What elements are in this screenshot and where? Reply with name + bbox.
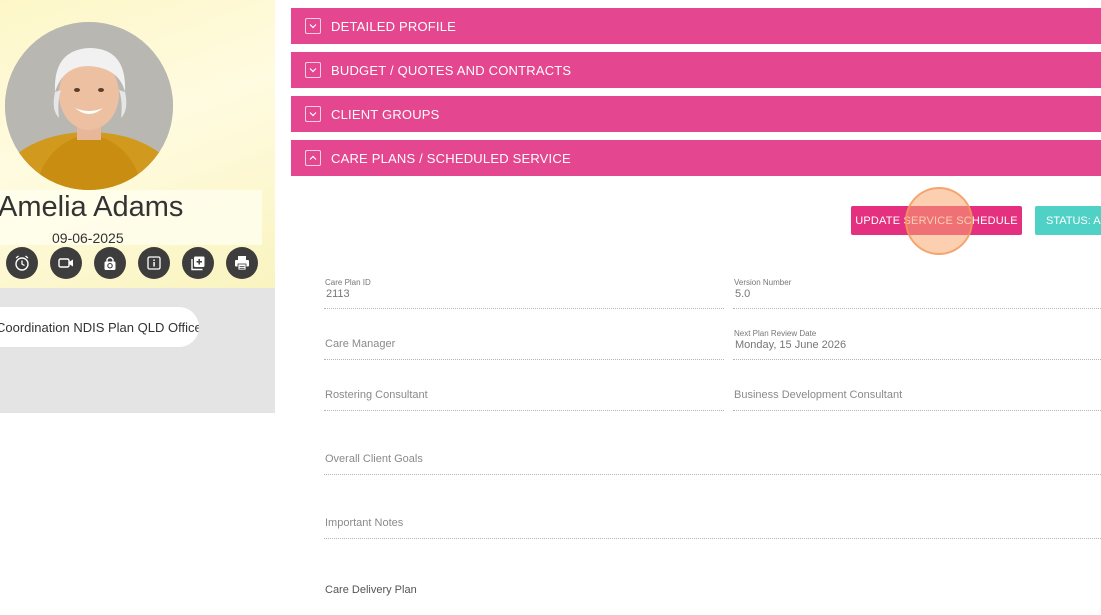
field-value: 5.0: [735, 288, 751, 300]
update-service-schedule-button[interactable]: UPDATE SERVICE SCHEDULE: [851, 206, 1022, 235]
version-number-field[interactable]: Version Number 5.0: [733, 277, 1101, 309]
lock-refresh-icon[interactable]: [94, 247, 126, 279]
section-care-plans-scheduled-service[interactable]: CARE PLANS / SCHEDULED SERVICE: [291, 140, 1101, 176]
chevron-down-icon: [305, 18, 321, 34]
field-placeholder: Business Development Consultant: [734, 389, 903, 401]
field-value: Monday, 15 June 2026: [735, 339, 847, 351]
business-development-consultant-field[interactable]: Business Development Consultant: [733, 379, 1101, 411]
section-detailed-profile[interactable]: DETAILED PROFILE: [291, 8, 1101, 44]
office-badge-label: Coordination NDIS Plan QLD Office: [0, 319, 199, 335]
field-value: 2113: [326, 288, 350, 300]
client-date: 09-06-2025: [52, 230, 124, 246]
care-plan-id-field[interactable]: Care Plan ID 2113: [324, 277, 724, 309]
status-button[interactable]: STATUS: AC: [1035, 206, 1101, 235]
field-placeholder: Rostering Consultant: [325, 389, 428, 401]
next-plan-review-date-field[interactable]: Next Plan Review Date Monday, 15 June 20…: [733, 328, 1101, 360]
add-copy-icon[interactable]: [182, 247, 214, 279]
video-camera-icon[interactable]: [50, 247, 82, 279]
chevron-down-icon: [305, 106, 321, 122]
field-placeholder: Overall Client Goals: [325, 453, 423, 465]
field-label: Version Number: [734, 278, 792, 287]
field-placeholder: Care Manager: [325, 338, 396, 350]
field-label: Next Plan Review Date: [734, 329, 817, 338]
info-icon[interactable]: [138, 247, 170, 279]
section-label: DETAILED PROFILE: [331, 18, 457, 34]
important-notes-field[interactable]: Important Notes: [324, 507, 1101, 539]
avatar-portrait-icon: [5, 22, 173, 190]
section-label: CARE PLANS / SCHEDULED SERVICE: [331, 150, 571, 166]
office-badge[interactable]: Coordination NDIS Plan QLD Office: [0, 307, 199, 347]
rostering-consultant-field[interactable]: Rostering Consultant: [324, 379, 724, 411]
client-name: Amelia Adams: [0, 191, 184, 223]
profile-action-bar: [6, 247, 258, 279]
chevron-down-icon: [305, 62, 321, 78]
section-label: BUDGET / QUOTES AND CONTRACTS: [331, 62, 572, 78]
care-delivery-plan-heading: Care Delivery Plan: [325, 584, 417, 596]
alarm-clock-icon[interactable]: [6, 247, 38, 279]
overall-client-goals-field[interactable]: Overall Client Goals: [324, 443, 1101, 475]
field-label: Care Plan ID: [325, 278, 371, 287]
chevron-up-icon: [305, 150, 321, 166]
field-placeholder: Important Notes: [325, 517, 404, 529]
client-avatar: [5, 22, 173, 190]
section-client-groups[interactable]: CLIENT GROUPS: [291, 96, 1101, 132]
printer-icon[interactable]: [226, 247, 258, 279]
client-profile-page: Amelia Adams 09-06-2025 Coordination NDI…: [0, 0, 1101, 615]
section-label: CLIENT GROUPS: [331, 106, 440, 122]
care-manager-field[interactable]: Care Manager: [324, 328, 724, 360]
section-budget-quotes-contracts[interactable]: BUDGET / QUOTES AND CONTRACTS: [291, 52, 1101, 88]
